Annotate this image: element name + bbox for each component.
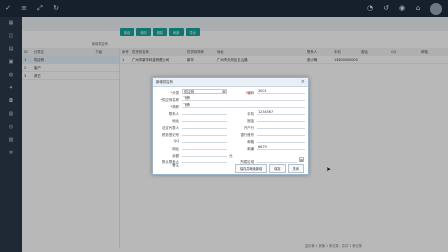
chevron-down-icon: ▾ [222,90,226,94]
region-field[interactable] [257,158,297,163]
code-label: *编码 [245,91,254,95]
address-label: 地址 [172,119,179,123]
remark-label: 备注 [172,163,179,167]
address-field[interactable] [182,117,227,122]
close-icon[interactable]: × [301,79,305,85]
add-supplier-dialog: 新增供应商 × *分类 供应商 ▾ *编码 3001 *供应商名称 飞腾 *简称 … [152,77,309,175]
close-button[interactable]: 关闭 [287,164,304,173]
dialog-title: 新增供应商 [153,78,308,87]
phone-field[interactable] [257,117,305,122]
balance-field[interactable] [182,152,227,157]
legal-field[interactable] [182,124,227,129]
mobile-label: 手机 [247,112,254,116]
category-select[interactable]: 供应商 ▾ [182,89,227,94]
qq-label: QQ [173,139,179,143]
bank-label: 开户行 [243,126,254,130]
category-label: *分类 [170,91,179,95]
balance-label: 余额 [172,154,179,158]
mouse-cursor-icon: ➤ [326,166,332,173]
website-field[interactable] [182,145,227,150]
contact-field[interactable] [182,110,227,115]
website-label: 网址 [172,147,179,151]
dialog-footer: 保存并继续新增 保存 关闭 [234,164,304,173]
tax-field[interactable] [182,131,227,136]
account-label: 银行账号 [240,133,254,137]
supplier-form: *分类 供应商 ▾ *编码 3001 *供应商名称 飞腾 *简称 飞腾 联系人 手… [153,87,308,164]
legal-label: 法定代表人 [162,126,179,130]
email-label: 邮箱 [247,140,254,144]
mobile-field[interactable]: 1234567 [257,110,305,115]
tax-label: 税务登记号 [162,133,179,137]
short-label: *简称 [170,105,179,109]
save-and-new-button[interactable]: 保存并继续新增 [234,164,268,173]
zip-field[interactable]: 6679 [257,145,305,150]
default-contact-field[interactable] [182,158,227,163]
save-button[interactable]: 保存 [269,164,286,173]
phone-label: 固话 [247,119,254,123]
name-label: *供应商名称 [160,98,179,102]
zip-label: 邮编 [247,147,254,151]
code-field[interactable]: 3001 [257,89,305,94]
qq-field[interactable] [182,138,227,143]
balance-unit: 元 [229,154,233,158]
account-field[interactable] [257,131,305,136]
name-field[interactable]: 飞腾 [182,96,305,101]
picker-icon[interactable]: ▤ [299,157,304,162]
email-field[interactable] [257,138,305,143]
contact-label: 联系人 [168,112,179,116]
short-name-field[interactable]: 飞腾 [182,103,305,108]
bank-field[interactable] [257,124,305,129]
